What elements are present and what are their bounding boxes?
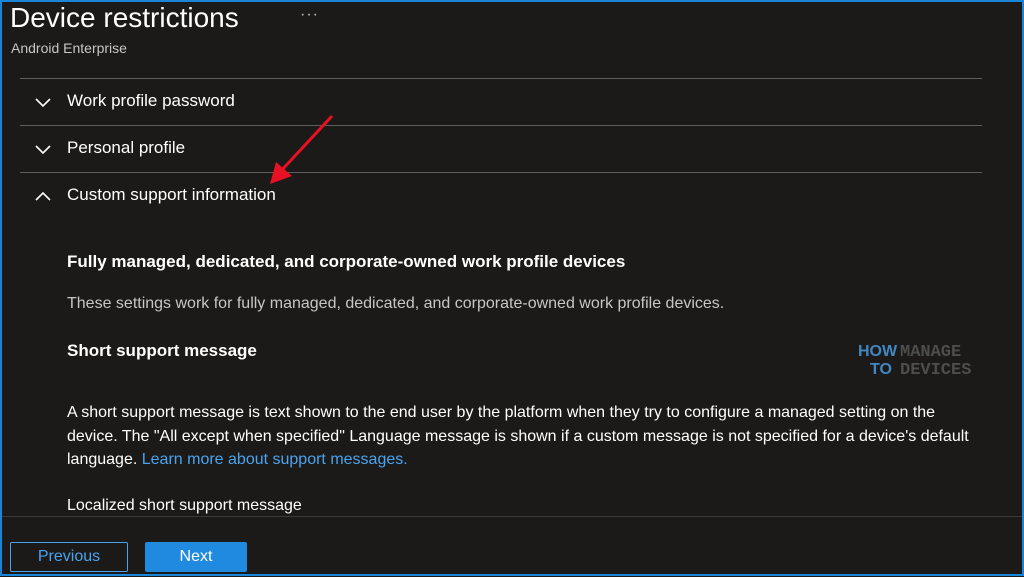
page-title: Device restrictions <box>10 2 239 33</box>
footer-bar: Previous Next <box>0 516 1024 577</box>
chevron-up-icon <box>35 191 51 201</box>
chevron-down-icon <box>35 145 51 155</box>
logo-to: TO <box>870 361 892 378</box>
logo-devices: DEVICES <box>900 361 971 380</box>
section-label: Work profile password <box>67 91 235 110</box>
page-subtitle: Android Enterprise <box>11 40 127 56</box>
section-work-profile-password[interactable]: Work profile password <box>20 79 982 125</box>
section-personal-profile[interactable]: Personal profile <box>20 126 982 172</box>
more-options-icon[interactable]: ··· <box>300 6 319 24</box>
learn-more-link[interactable]: Learn more about support messages. <box>142 451 408 468</box>
content-heading: Fully managed, dedicated, and corporate-… <box>67 252 626 271</box>
section-custom-support-information[interactable]: Custom support information <box>20 173 982 219</box>
howto-manage-devices-logo: HOW TO MANAGE DEVICES <box>850 336 986 382</box>
next-button[interactable]: Next <box>145 542 247 572</box>
previous-button[interactable]: Previous <box>10 542 128 572</box>
annotation-arrow-icon <box>270 114 334 184</box>
short-support-description: A short support message is text shown to… <box>67 401 987 472</box>
localized-message-label: Localized short support message <box>67 497 302 514</box>
section-label: Custom support information <box>67 185 276 204</box>
logo-how: HOW <box>858 343 898 360</box>
section-label: Personal profile <box>67 138 186 157</box>
short-support-heading: Short support message <box>67 341 257 360</box>
chevron-down-icon <box>35 98 51 108</box>
content-description: These settings work for fully managed, d… <box>67 295 725 312</box>
logo-manage: MANAGE <box>900 343 961 362</box>
